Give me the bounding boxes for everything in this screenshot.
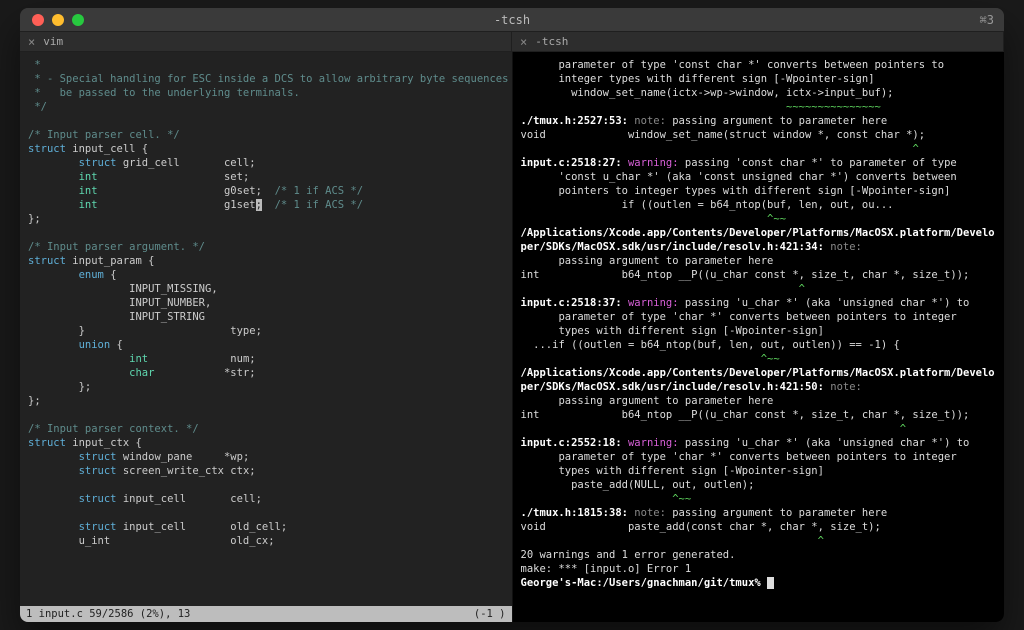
terminal-window: -tcsh ⌘3 × vim × -tcsh * * - Special han…	[20, 8, 1004, 622]
maximize-icon[interactable]	[72, 14, 84, 26]
tab-label: vim	[43, 35, 63, 48]
minimize-icon[interactable]	[52, 14, 64, 26]
status-file-pos: 1 input.c 59/2586 (2%), 13	[26, 608, 190, 620]
keyboard-shortcut-badge: ⌘3	[980, 13, 994, 27]
editor-content[interactable]: * * - Special handling for ESC inside a …	[20, 52, 512, 548]
close-tab-icon[interactable]: ×	[20, 35, 43, 49]
status-right: (-1 )	[474, 608, 506, 620]
tab-bar: × vim × -tcsh	[20, 32, 1004, 52]
titlebar[interactable]: -tcsh ⌘3	[20, 8, 1004, 32]
terminal-output[interactable]: parameter of type 'const char *' convert…	[513, 52, 1005, 590]
tab-tcsh[interactable]: × -tcsh	[512, 32, 1004, 51]
traffic-lights	[20, 14, 84, 26]
window-title: -tcsh	[20, 13, 1004, 27]
close-tab-icon[interactable]: ×	[512, 35, 535, 49]
split-panes: * * - Special handling for ESC inside a …	[20, 52, 1004, 622]
vim-status-bar: 1 input.c 59/2586 (2%), 13 (-1 )	[20, 606, 512, 622]
terminal-pane[interactable]: parameter of type 'const char *' convert…	[512, 52, 1005, 622]
close-icon[interactable]	[32, 14, 44, 26]
editor-pane[interactable]: * * - Special handling for ESC inside a …	[20, 52, 512, 622]
tab-label: -tcsh	[535, 35, 568, 48]
tab-vim[interactable]: × vim	[20, 32, 512, 51]
